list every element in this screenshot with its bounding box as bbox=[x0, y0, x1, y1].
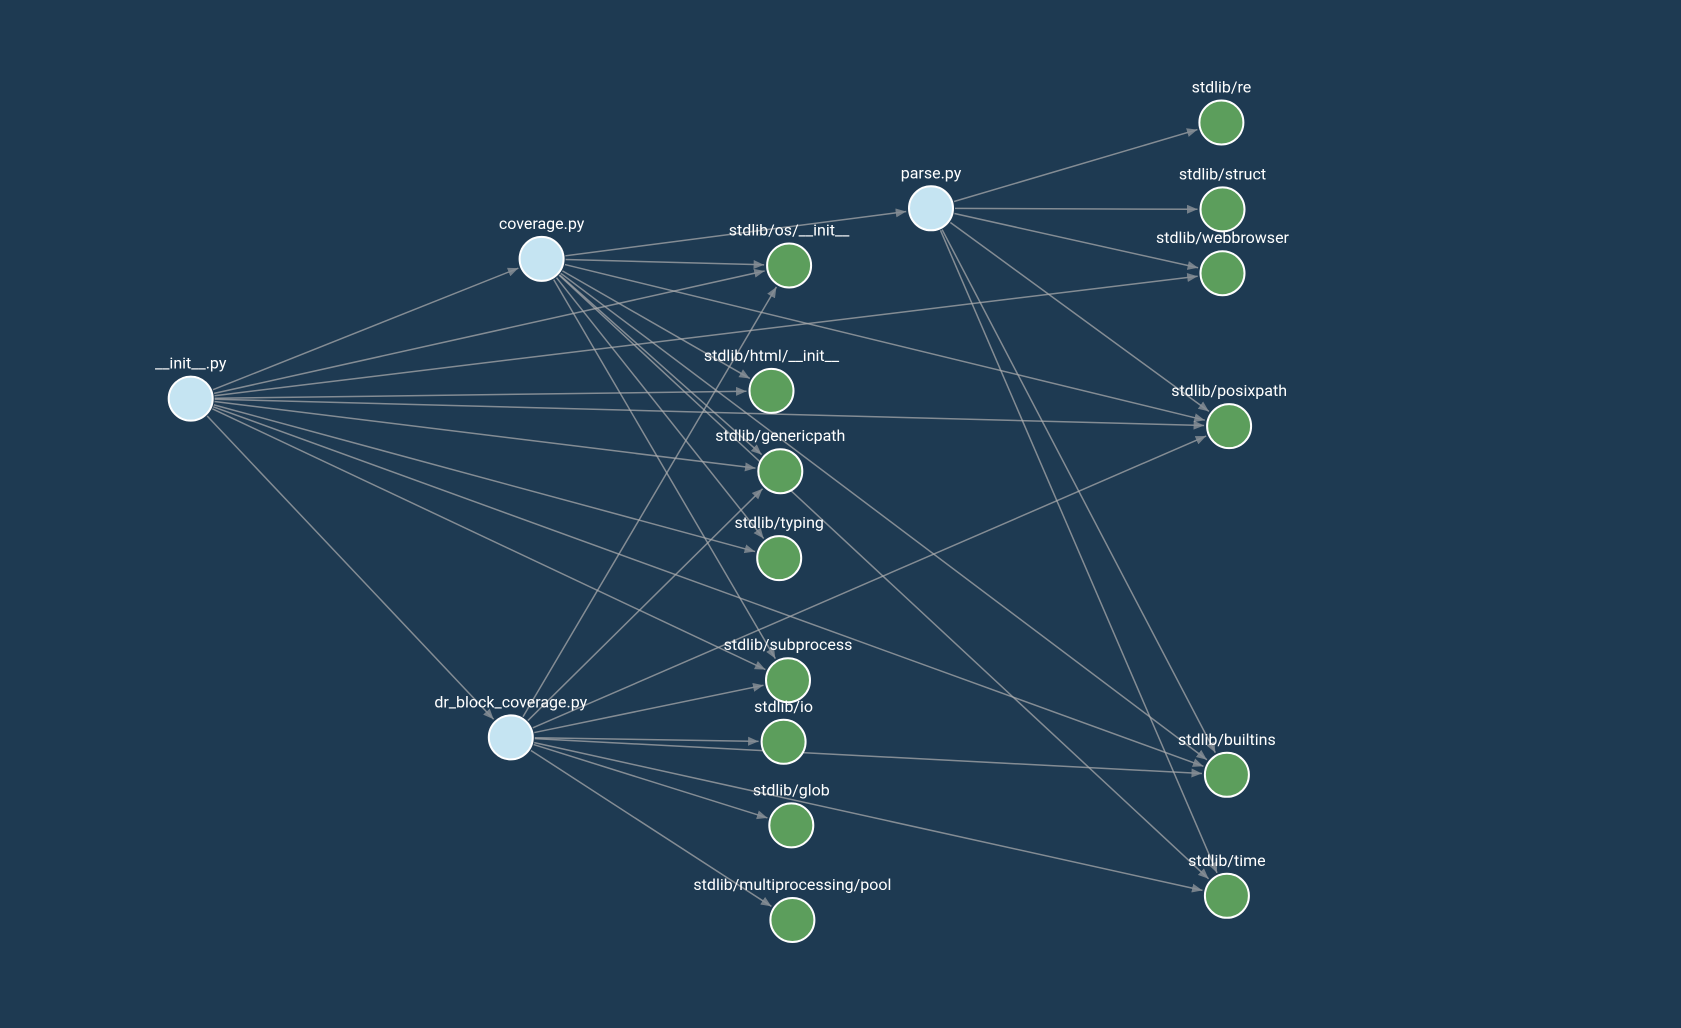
node-circle-builtins[interactable] bbox=[1205, 753, 1249, 797]
edge-init-to-coverage bbox=[213, 268, 518, 390]
node-time[interactable]: stdlib/time bbox=[1188, 851, 1266, 918]
node-circle-io[interactable] bbox=[762, 720, 806, 764]
node-label-posixpath: stdlib/posixpath bbox=[1171, 381, 1287, 400]
node-mp_pool[interactable]: stdlib/multiprocessing/pool bbox=[693, 875, 891, 942]
node-label-typing: stdlib/typing bbox=[735, 513, 824, 532]
node-label-webbrowser: stdlib/webbrowser bbox=[1156, 228, 1290, 247]
node-label-coverage: coverage.py bbox=[499, 214, 585, 233]
edge-init-to-webbrowser bbox=[215, 276, 1198, 395]
edge-coverage-to-os_init bbox=[566, 260, 765, 265]
node-posixpath[interactable]: stdlib/posixpath bbox=[1171, 381, 1287, 448]
node-label-io: stdlib/io bbox=[754, 697, 813, 716]
edge-coverage-to-typing bbox=[557, 278, 764, 539]
edge-coverage-to-subprocess bbox=[554, 280, 776, 659]
node-circle-coverage[interactable] bbox=[520, 237, 564, 281]
node-label-glob: stdlib/glob bbox=[753, 780, 830, 799]
node-circle-typing[interactable] bbox=[757, 536, 801, 580]
edge-parse-to-builtins bbox=[942, 230, 1215, 753]
node-struct[interactable]: stdlib/struct bbox=[1179, 164, 1266, 231]
edge-coverage-to-posixpath bbox=[565, 265, 1205, 421]
dependency-graph[interactable]: __init__.py coverage.py dr_block_coverage.… bbox=[0, 0, 1681, 1028]
edge-init-to-builtins bbox=[213, 407, 1203, 766]
node-label-re: stdlib/re bbox=[1192, 78, 1252, 97]
node-circle-html_init[interactable] bbox=[750, 369, 794, 413]
node-glob[interactable]: stdlib/glob bbox=[753, 780, 830, 847]
node-builtins[interactable]: stdlib/builtins bbox=[1178, 730, 1276, 797]
node-genericpath[interactable]: stdlib/genericpath bbox=[715, 426, 845, 493]
node-circle-drblock[interactable] bbox=[489, 715, 533, 759]
edge-init-to-html_init bbox=[215, 391, 747, 398]
edge-coverage-to-builtins bbox=[561, 273, 1207, 759]
node-label-struct: stdlib/struct bbox=[1179, 164, 1266, 183]
node-label-subprocess: stdlib/subprocess bbox=[724, 635, 853, 654]
edge-init-to-typing bbox=[214, 405, 755, 552]
node-label-drblock: dr_block_coverage.py bbox=[434, 692, 587, 711]
edge-coverage-to-time bbox=[559, 275, 1208, 879]
node-io[interactable]: stdlib/io bbox=[754, 697, 813, 764]
node-circle-time[interactable] bbox=[1205, 874, 1249, 918]
edge-init-to-posixpath bbox=[215, 399, 1204, 425]
node-circle-parse[interactable] bbox=[909, 186, 953, 230]
edge-drblock-to-time bbox=[534, 743, 1202, 891]
edge-parse-to-struct bbox=[955, 208, 1198, 209]
edges-layer bbox=[207, 130, 1217, 907]
edge-parse-to-posixpath bbox=[950, 222, 1209, 411]
node-circle-init[interactable] bbox=[169, 377, 213, 421]
edge-drblock-to-builtins bbox=[535, 739, 1202, 774]
edge-init-to-drblock bbox=[207, 416, 493, 719]
edge-parse-to-time bbox=[940, 230, 1217, 872]
node-label-mp_pool: stdlib/multiprocessing/pool bbox=[693, 875, 891, 894]
node-subprocess[interactable]: stdlib/subprocess bbox=[724, 635, 853, 702]
node-circle-posixpath[interactable] bbox=[1207, 404, 1251, 448]
edge-drblock-to-genericpath bbox=[528, 489, 763, 721]
node-circle-os_init[interactable] bbox=[767, 244, 811, 288]
node-os_init[interactable]: stdlib/os/__init__ bbox=[729, 221, 850, 288]
node-re[interactable]: stdlib/re bbox=[1192, 78, 1252, 145]
node-circle-mp_pool[interactable] bbox=[770, 898, 814, 942]
edge-drblock-to-glob bbox=[534, 745, 768, 818]
edge-parse-to-re bbox=[954, 130, 1197, 202]
node-circle-subprocess[interactable] bbox=[766, 658, 810, 702]
node-circle-re[interactable] bbox=[1199, 101, 1243, 145]
node-label-parse: parse.py bbox=[901, 163, 962, 182]
node-label-genericpath: stdlib/genericpath bbox=[715, 426, 845, 445]
node-html_init[interactable]: stdlib/html/__init__ bbox=[704, 346, 840, 413]
edge-init-to-subprocess bbox=[212, 409, 765, 670]
node-typing[interactable]: stdlib/typing bbox=[735, 513, 824, 580]
node-label-init: __init__.py bbox=[155, 354, 227, 373]
node-label-os_init: stdlib/os/__init__ bbox=[729, 221, 850, 240]
node-circle-webbrowser[interactable] bbox=[1201, 251, 1245, 295]
node-label-time: stdlib/time bbox=[1188, 851, 1266, 870]
nodes-layer: __init__.py coverage.py dr_block_coverage.… bbox=[155, 78, 1290, 943]
node-circle-struct[interactable] bbox=[1201, 187, 1245, 231]
node-circle-glob[interactable] bbox=[769, 803, 813, 847]
node-parse[interactable]: parse.py bbox=[901, 163, 962, 230]
edge-init-to-os_init bbox=[214, 271, 765, 393]
node-label-html_init: stdlib/html/__init__ bbox=[704, 346, 840, 365]
node-label-builtins: stdlib/builtins bbox=[1178, 730, 1276, 749]
node-circle-genericpath[interactable] bbox=[758, 449, 802, 493]
node-webbrowser[interactable]: stdlib/webbrowser bbox=[1156, 228, 1290, 295]
